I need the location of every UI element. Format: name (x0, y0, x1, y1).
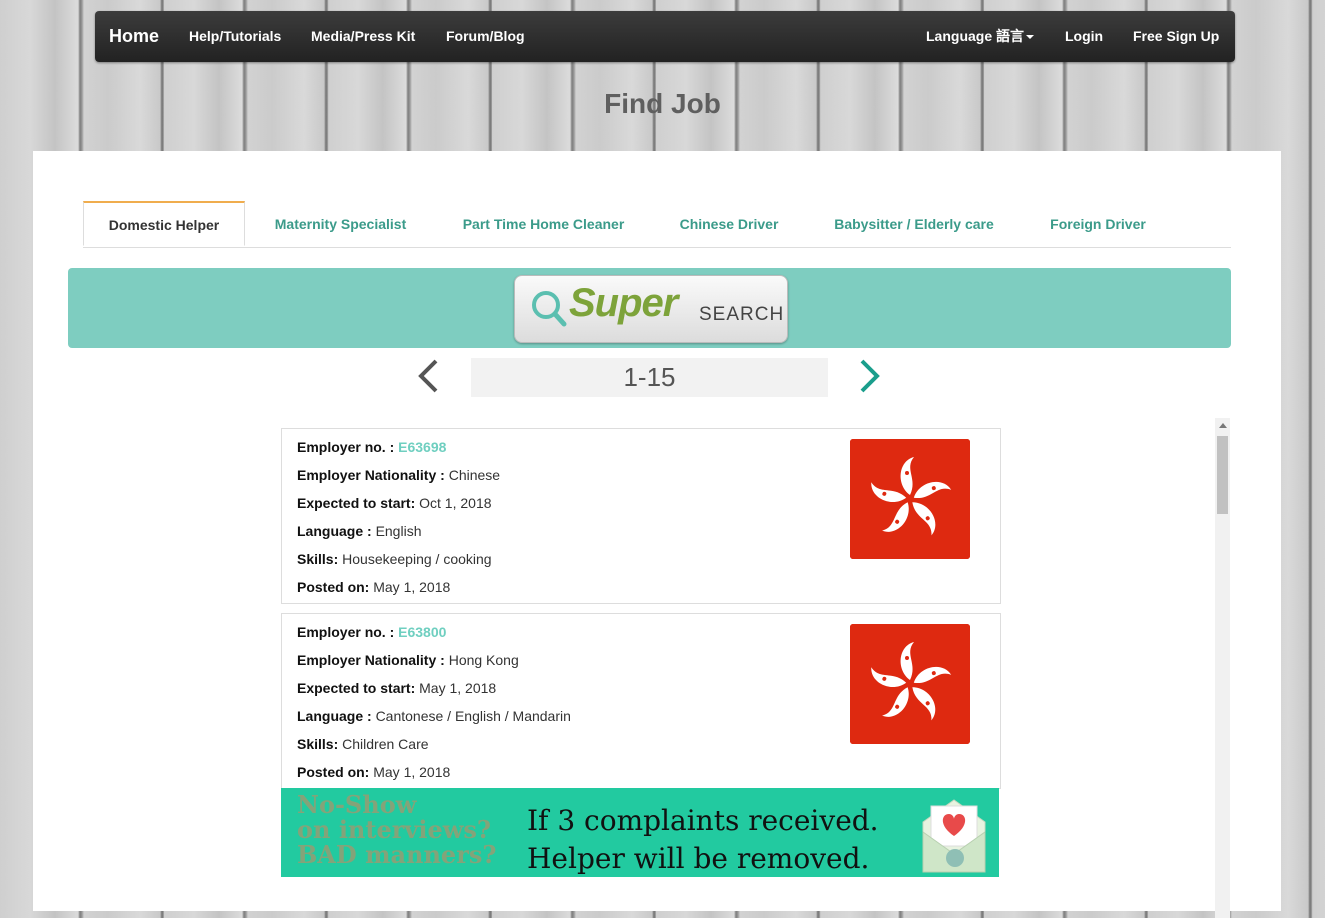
posted-value: May 1, 2018 (373, 764, 451, 780)
language-row: Language : English (297, 523, 421, 539)
language-label: Language 語言 (926, 28, 1025, 44)
skills-row: Skills: Housekeeping / cooking (297, 551, 492, 567)
notice-left-line: No-Show (297, 790, 417, 819)
posted-label: Posted on: (297, 579, 370, 595)
nav-help-tutorials-link[interactable]: Help/Tutorials (189, 11, 281, 62)
notice-left-text: No-Show on interviews? BAD manners? (297, 792, 496, 867)
employer-no-link[interactable]: E63698 (398, 439, 446, 455)
start-value: May 1, 2018 (419, 680, 497, 696)
super-search-button[interactable]: Super SEARCH (514, 275, 788, 343)
posted-row: Posted on: May 1, 2018 (297, 579, 450, 595)
complaint-notice-banner[interactable]: No-Show on interviews? BAD manners? If 3… (281, 788, 999, 877)
super-search-banner: Super SEARCH (68, 268, 1231, 348)
nationality-row: Employer Nationality : Hong Kong (297, 652, 519, 668)
nationality-row: Employer Nationality : Chinese (297, 467, 500, 483)
chevron-right-icon[interactable] (856, 358, 882, 394)
login-link[interactable]: Login (1065, 11, 1103, 62)
job-card[interactable]: Employer no. : E63698 Employer Nationali… (281, 428, 1001, 604)
top-navbar: Home Help/Tutorials Media/Press Kit Foru… (95, 11, 1235, 62)
notice-right-text: If 3 complaints received. Helper will be… (527, 802, 879, 877)
notice-left-line: on interviews? (297, 815, 491, 844)
tab-babysitter-elderly-care[interactable]: Babysitter / Elderly care (823, 201, 1005, 247)
start-label: Expected to start: (297, 680, 416, 696)
content-panel: Domestic Helper Maternity Specialist Par… (33, 151, 1281, 918)
super-search-super-text: Super (569, 281, 678, 325)
notice-right-line: Helper will be removed. (527, 842, 870, 875)
posted-label: Posted on: (297, 764, 370, 780)
employer-no-label: Employer no. : (297, 439, 395, 455)
nav-forum-blog-link[interactable]: Forum/Blog (446, 11, 525, 62)
nationality-label: Employer Nationality : (297, 467, 445, 483)
job-list: Employer no. : E63698 Employer Nationali… (281, 418, 1230, 918)
start-row: Expected to start: Oct 1, 2018 (297, 495, 492, 511)
posted-row: Posted on: May 1, 2018 (297, 764, 450, 780)
language-dropdown[interactable]: Language 語言 (926, 11, 1035, 62)
search-icon (532, 291, 567, 327)
super-search-search-text: SEARCH (699, 304, 785, 325)
tab-chinese-driver[interactable]: Chinese Driver (669, 201, 789, 247)
page-title: Find Job (604, 88, 721, 119)
skills-label: Skills: (297, 551, 339, 567)
employer-no-label: Employer no. : (297, 624, 395, 640)
chevron-down-icon (1026, 35, 1035, 40)
nav-media-press-kit-link[interactable]: Media/Press Kit (311, 11, 415, 62)
employer-no-row: Employer no. : E63800 (297, 624, 446, 640)
free-sign-up-link[interactable]: Free Sign Up (1133, 11, 1219, 62)
employer-no-link[interactable]: E63800 (398, 624, 446, 640)
skills-label: Skills: (297, 736, 339, 752)
envelope-heart-icon (922, 799, 986, 873)
tab-part-time-home-cleaner[interactable]: Part Time Home Cleaner (451, 201, 636, 247)
notice-right-line: If 3 complaints received. (527, 804, 879, 837)
start-label: Expected to start: (297, 495, 416, 511)
language-value: Cantonese / English / Mandarin (375, 708, 571, 724)
skills-value: Children Care (342, 736, 429, 752)
chevron-left-icon[interactable] (416, 358, 442, 394)
start-value: Oct 1, 2018 (419, 495, 492, 511)
skills-row: Skills: Children Care (297, 736, 429, 752)
job-category-tabs: Domestic Helper Maternity Specialist Par… (83, 201, 1231, 248)
notice-left-line: BAD manners? (297, 840, 497, 869)
tab-foreign-driver[interactable]: Foreign Driver (1039, 201, 1157, 247)
tab-domestic-helper[interactable]: Domestic Helper (83, 201, 245, 246)
start-row: Expected to start: May 1, 2018 (297, 680, 496, 696)
language-label: Language : (297, 523, 372, 539)
page-range: 1-15 (471, 358, 828, 397)
nav-home-link[interactable]: Home (109, 11, 159, 62)
scroll-up-arrow-icon[interactable] (1219, 423, 1227, 428)
posted-value: May 1, 2018 (373, 579, 451, 595)
nationality-value: Hong Kong (448, 652, 519, 668)
hong-kong-flag-icon (850, 439, 970, 559)
language-value: English (375, 523, 422, 539)
language-row: Language : Cantonese / English / Mandari… (297, 708, 571, 724)
employer-no-row: Employer no. : E63698 (297, 439, 446, 455)
nationality-label: Employer Nationality : (297, 652, 445, 668)
language-label: Language : (297, 708, 372, 724)
skills-value: Housekeeping / cooking (342, 551, 492, 567)
tab-maternity-specialist[interactable]: Maternity Specialist (263, 201, 418, 247)
scrollbar-thumb[interactable] (1217, 436, 1228, 514)
nationality-value: Chinese (448, 467, 501, 483)
hong-kong-flag-icon (850, 624, 970, 744)
job-card[interactable]: Employer no. : E63800 Employer Nationali… (281, 613, 1001, 789)
